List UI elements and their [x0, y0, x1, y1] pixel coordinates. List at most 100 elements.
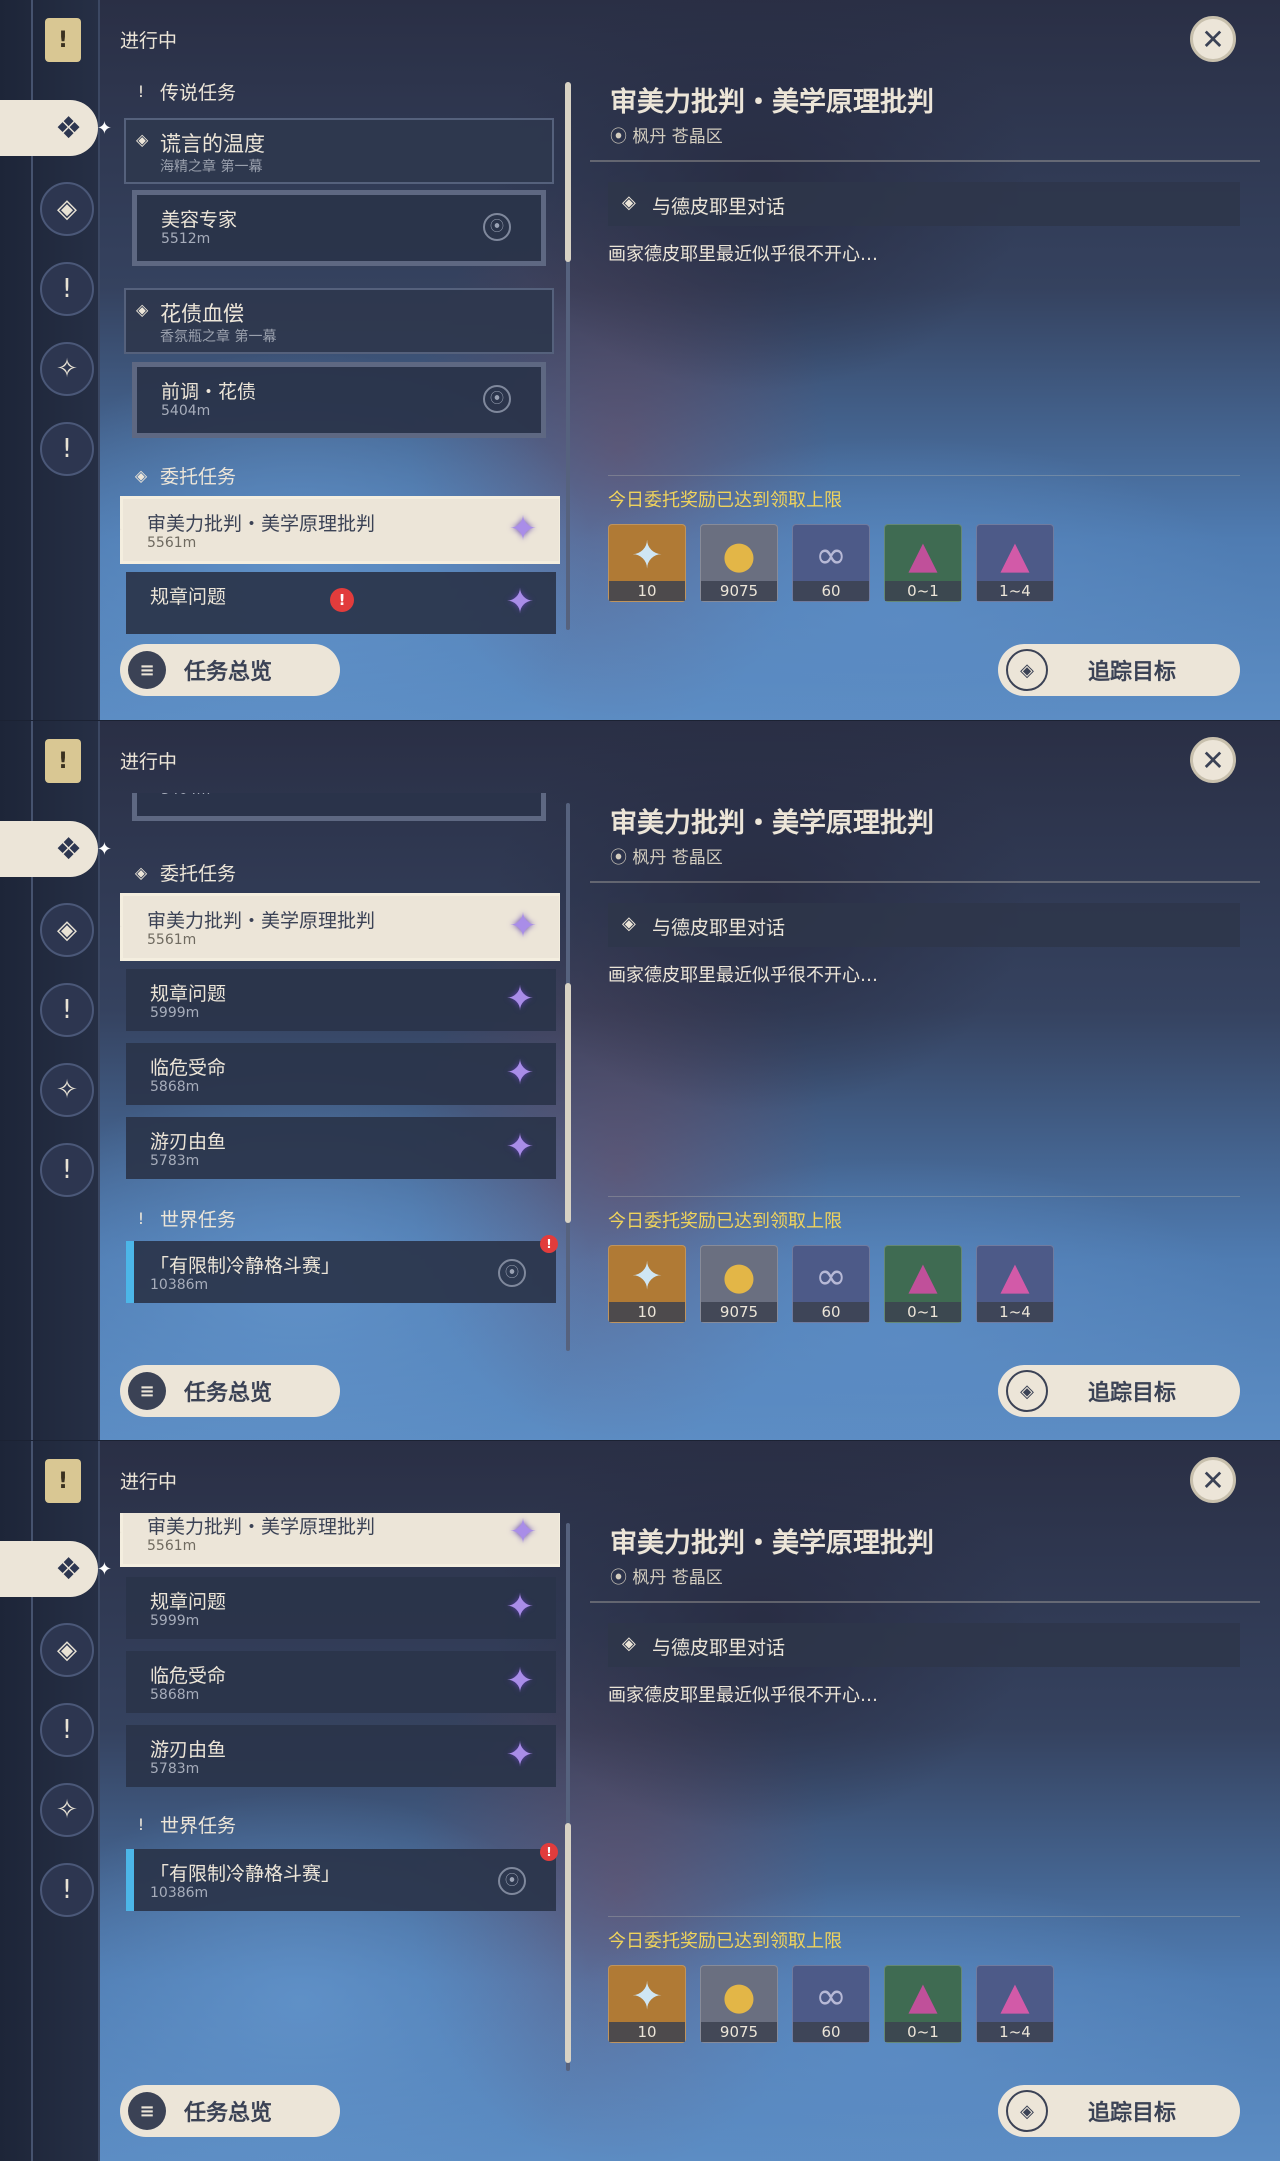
commission-star-icon: ✦ [505, 1587, 535, 1627]
star-icon[interactable]: ✧ [40, 1783, 94, 1837]
legend-icon[interactable]: ◈ [40, 903, 94, 957]
exclamation-icon: ! [137, 81, 145, 101]
world-quest-item[interactable]: 「有限制冷静格斗赛」 10386m ⦿ ! [126, 1843, 558, 1911]
quest-description: 画家德皮耶里最近似乎很不开心… [608, 244, 878, 265]
world-quest-item[interactable]: 「有限制冷静格斗赛」 10386m ⦿ ! [126, 1235, 558, 1303]
alert-badge-icon: ! [540, 1235, 558, 1253]
commission-icon[interactable]: ❖ [0, 100, 112, 156]
crystal-icon[interactable]: ▲ 0~1 [884, 1965, 962, 2043]
alert-icon[interactable]: ! [40, 262, 94, 316]
legend-sub-quest-2[interactable]: 前调・花债 5404m ⦿ [132, 362, 546, 438]
track-diamond-icon: ◈ [1006, 649, 1048, 691]
commission-star-icon: ✦ [505, 1661, 535, 1701]
objective-diamond-icon: ◈ [622, 192, 636, 213]
reward-list: ✦ 10 ● 9075 ∞ 60 ▲ 0~1 ▲ 1~4 [608, 1245, 1068, 1323]
map-pin-icon[interactable]: ⦿ [498, 1259, 526, 1287]
section-world: ! 世界任务 [130, 1203, 236, 1233]
legend-quest-1[interactable]: 谎言的温度 海精之章 第一幕 ◈ [124, 118, 554, 184]
quest-overview-button[interactable]: ≡ 任务总览 [120, 1365, 340, 1417]
alert-badge-icon: ! [330, 588, 354, 612]
star-icon[interactable]: ✧ [40, 342, 94, 396]
commission-star-icon: ✦ [505, 1053, 535, 1093]
legend-icon[interactable]: ◈ [40, 1623, 94, 1677]
commission-item-selected[interactable]: ▶ 审美力批判・美学原理批判 5561m ✦ [120, 1513, 560, 1567]
mora-icon[interactable]: ● 9075 [700, 1965, 778, 2043]
crystal-icon[interactable]: ▲ 0~1 [884, 1245, 962, 1323]
alert-icon[interactable]: ! [40, 1703, 94, 1757]
exclamation-icon[interactable]: ! [40, 1143, 94, 1197]
divider [590, 881, 1260, 883]
star-icon[interactable]: ✧ [40, 1063, 94, 1117]
scrollbar-thumb[interactable] [565, 983, 571, 1223]
legend-icon[interactable]: ◈ [40, 182, 94, 236]
crystal-cluster-icon[interactable]: ▲ 1~4 [976, 1965, 1054, 2043]
commission-item[interactable]: 规章问题 ! ✦ [126, 572, 556, 634]
map-pin-icon[interactable]: ⦿ [483, 213, 511, 241]
book-icon[interactable]: ! [45, 1459, 81, 1503]
side-rail: ! ❖ ◈ ! ✧ ! [0, 0, 112, 720]
section-world: ! 世界任务 [130, 1809, 236, 1839]
quest-overview-button[interactable]: ≡ 任务总览 [120, 2085, 340, 2137]
exp-icon[interactable]: ∞ 60 [792, 1965, 870, 2043]
book-icon[interactable]: ! [45, 18, 81, 62]
commission-item[interactable]: 临危受命 5868m ✦ [126, 1043, 556, 1105]
scrollbar-thumb[interactable] [565, 1823, 571, 2063]
quest-book-icon: ≡ [128, 651, 166, 689]
crystal-cluster-icon[interactable]: ▲ 1~4 [976, 524, 1054, 602]
commission-icon[interactable]: ❖ [0, 821, 112, 877]
close-button[interactable]: ✕ [1190, 1457, 1236, 1503]
mora-icon[interactable]: ● 9075 [700, 524, 778, 602]
side-rail: ! ❖ ◈ ! ✧ ! [0, 721, 112, 1441]
track-target-button[interactable]: ◈ 追踪目标 [998, 1365, 1240, 1417]
scrollbar[interactable] [565, 1523, 571, 2071]
close-button[interactable]: ✕ [1190, 16, 1236, 62]
commission-item-selected[interactable]: ▶ 审美力批判・美学原理批判 5561m ✦ [120, 893, 560, 961]
reward-notice: 今日委托奖励已达到领取上限 [608, 490, 842, 511]
commission-icon[interactable]: ❖ [0, 1541, 112, 1597]
commission-star-icon: ✦ [505, 1127, 535, 1167]
commission-item[interactable]: 游刃由鱼 5783m ✦ [126, 1117, 556, 1179]
side-rail: ! ❖ ◈ ! ✧ ! [0, 1441, 112, 2161]
commission-item[interactable]: 规章问题 5999m ✦ [126, 969, 556, 1031]
objective-diamond-icon: ◈ [622, 1633, 636, 1654]
track-target-button[interactable]: ◈ 追踪目标 [998, 644, 1240, 696]
commission-item[interactable]: 临危受命 5868m ✦ [126, 1651, 556, 1713]
selection-arrow-icon: ▶ [120, 918, 122, 934]
scrollbar[interactable] [565, 82, 571, 630]
track-diamond-icon: ◈ [1006, 1370, 1048, 1412]
primogem-icon[interactable]: ✦ 10 [608, 1245, 686, 1323]
legend-quest-2[interactable]: 花债血偿 香氛瓶之章 第一幕 ◈ [124, 288, 554, 354]
quest-list[interactable]: ! 传说任务 谎言的温度 海精之章 第一幕 ◈ 美容专家 5512m ⦿ 花债血偿… [120, 72, 560, 642]
primogem-icon[interactable]: ✦ 10 [608, 1965, 686, 2043]
quest-overview-button[interactable]: ≡ 任务总览 [120, 644, 340, 696]
crystal-cluster-icon[interactable]: ▲ 1~4 [976, 1245, 1054, 1323]
track-target-button[interactable]: ◈ 追踪目标 [998, 2085, 1240, 2137]
quest-diamond-icon: ◈ [136, 300, 149, 319]
close-button[interactable]: ✕ [1190, 737, 1236, 783]
scrollbar[interactable] [565, 803, 571, 1351]
exp-icon[interactable]: ∞ 60 [792, 524, 870, 602]
book-icon[interactable]: ! [45, 739, 81, 783]
alert-icon[interactable]: ! [40, 983, 94, 1037]
reward-notice: 今日委托奖励已达到领取上限 [608, 1931, 842, 1952]
map-pin-icon[interactable]: ⦿ [498, 1867, 526, 1895]
commission-item[interactable]: 游刃由鱼 5783m ✦ [126, 1725, 556, 1787]
commission-star-icon: ✦ [508, 509, 538, 549]
legend-sub-quest-2[interactable]: 5404m [132, 793, 546, 821]
exclamation-icon[interactable]: ! [40, 1863, 94, 1917]
exclamation-icon[interactable]: ! [40, 422, 94, 476]
legend-sub-quest-1[interactable]: 美容专家 5512m ⦿ [132, 190, 546, 266]
commission-icon: ◈ [134, 862, 148, 882]
quest-list[interactable]: ▶ 审美力批判・美学原理批判 5561m ✦ 规章问题 5999m ✦ 临危受命… [120, 1513, 560, 2083]
map-pin-icon[interactable]: ⦿ [483, 385, 511, 413]
quest-book-icon: ≡ [128, 2092, 166, 2130]
primogem-icon[interactable]: ✦ 10 [608, 524, 686, 602]
mora-icon[interactable]: ● 9075 [700, 1245, 778, 1323]
commission-item-selected[interactable]: ▶ 审美力批判・美学原理批判 5561m ✦ [120, 496, 560, 564]
crystal-icon[interactable]: ▲ 0~1 [884, 524, 962, 602]
exp-icon[interactable]: ∞ 60 [792, 1245, 870, 1323]
commission-item[interactable]: 规章问题 5999m ✦ [126, 1577, 556, 1639]
quest-location: ⦿ 枫丹 苍晶区 [610, 1568, 723, 1588]
quest-list[interactable]: 5404m ◈委托任务 ▶ 审美力批判・美学原理批判 5561m ✦ 规章问题 … [120, 793, 560, 1363]
scrollbar-thumb[interactable] [565, 82, 571, 262]
